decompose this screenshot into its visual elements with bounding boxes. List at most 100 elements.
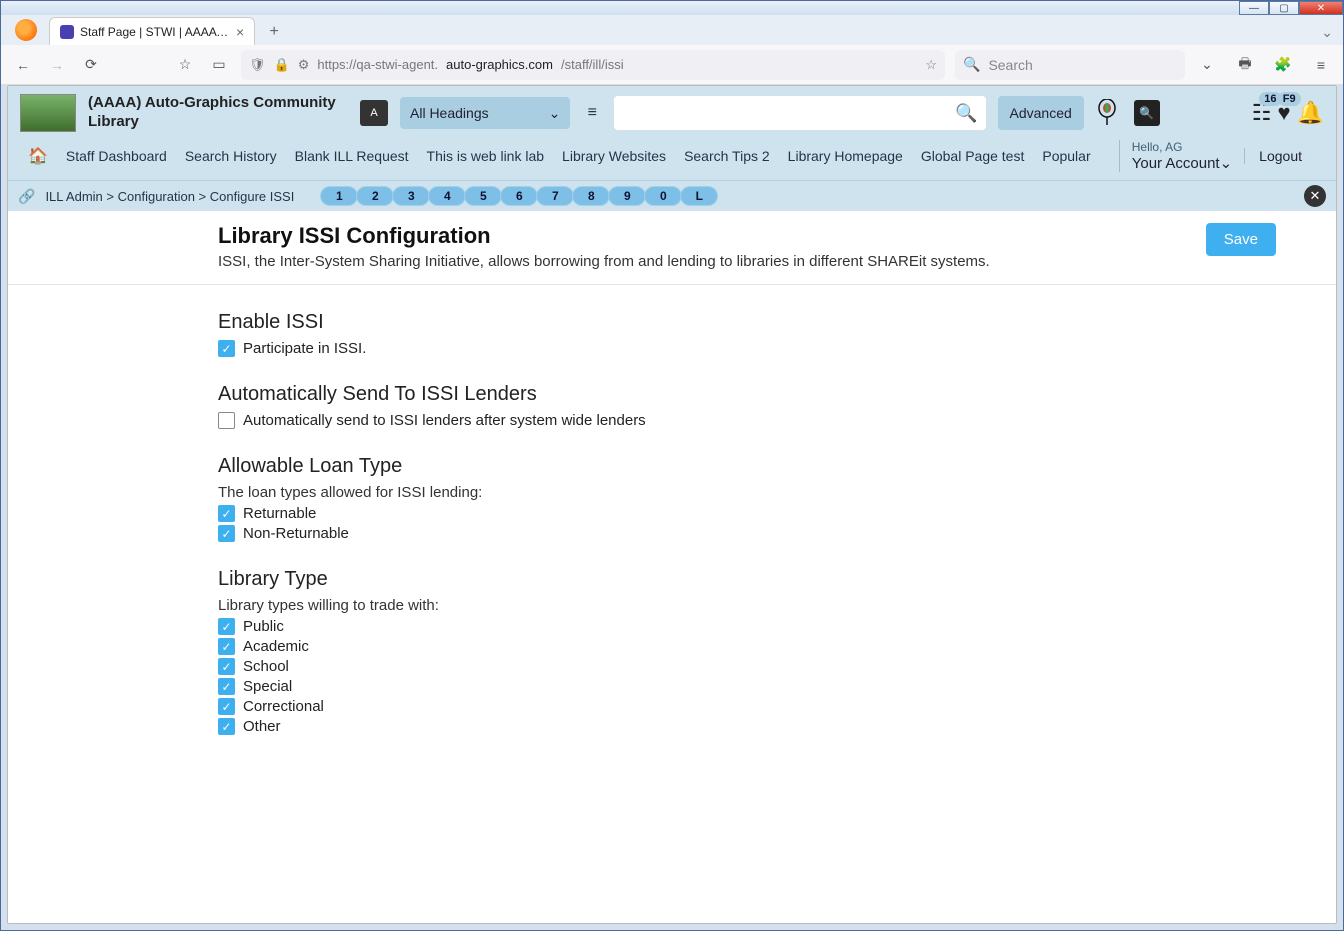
logout-label: Logout <box>1259 148 1302 164</box>
permissions-icon: ⚙ <box>298 57 310 73</box>
nav-search-tips[interactable]: Search Tips 2 <box>684 148 770 164</box>
search-icon[interactable]: 🔍 <box>955 103 977 124</box>
library-type-title: Library Type <box>218 568 1276 591</box>
forward-button[interactable]: → <box>45 53 69 77</box>
translate-icon[interactable]: A <box>360 100 388 126</box>
academic-checkbox[interactable]: ✓ <box>218 638 235 655</box>
your-account-label: Your Account <box>1132 155 1220 172</box>
pill-L[interactable]: L <box>680 186 718 206</box>
step-pills: 1 2 3 4 5 6 7 8 9 0 L <box>322 186 718 206</box>
inspect-icon[interactable]: 🔍 <box>1134 100 1160 126</box>
home-icon[interactable]: 🏠 <box>28 146 48 166</box>
tabs-overflow-icon[interactable]: ⌄ <box>1311 20 1343 45</box>
bookmark-star-toolbar-icon[interactable]: ☆ <box>173 53 197 77</box>
container-icon[interactable]: ▭ <box>207 53 231 77</box>
nav-web-link-lab[interactable]: This is web link lab <box>427 148 545 164</box>
main-search[interactable]: 🔍 <box>614 96 985 130</box>
pill-4[interactable]: 4 <box>428 186 466 206</box>
academic-label: Academic <box>243 638 309 655</box>
pill-7[interactable]: 7 <box>536 186 574 206</box>
section-loan-type: Allowable Loan Type The loan types allow… <box>218 455 1276 542</box>
participate-label: Participate in ISSI. <box>243 340 366 357</box>
participate-checkbox[interactable]: ✓ <box>218 340 235 357</box>
balloon-icon[interactable] <box>1096 99 1118 127</box>
database-icon[interactable]: ≡ <box>582 104 602 122</box>
list-icon[interactable]: ☷ 16 <box>1252 100 1272 126</box>
browser-tabstrip: Staff Page | STWI | AAAA | Auto… × + ⌄ <box>1 15 1343 45</box>
nav-staff-dashboard[interactable]: Staff Dashboard <box>66 148 167 164</box>
auto-send-checkbox[interactable]: ✓ <box>218 412 235 429</box>
new-tab-button[interactable]: + <box>261 19 287 45</box>
loan-type-sub: The loan types allowed for ISSI lending: <box>218 484 1276 501</box>
app-nav: 🏠 Staff Dashboard Search History Blank I… <box>20 132 1324 180</box>
tab-favicon-icon <box>60 25 74 39</box>
nav-blank-ill-request[interactable]: Blank ILL Request <box>295 148 409 164</box>
headings-dropdown[interactable]: All Headings ⌄ <box>400 97 570 129</box>
window-close-button[interactable]: ✕ <box>1299 1 1343 15</box>
window-maximize-button[interactable]: ▢ <box>1269 1 1299 15</box>
nav-library-homepage[interactable]: Library Homepage <box>788 148 903 164</box>
returnable-label: Returnable <box>243 505 316 522</box>
search-placeholder: Search <box>988 57 1032 73</box>
logout-link[interactable]: Logout <box>1244 148 1316 164</box>
main-search-input[interactable] <box>622 96 955 130</box>
section-enable-issi: Enable ISSI ✓ Participate in ISSI. <box>218 311 1276 357</box>
close-panel-button[interactable]: ✕ <box>1304 185 1326 207</box>
crumb-configuration[interactable]: Configuration <box>118 189 195 204</box>
url-prefix: https://qa-stwi-agent. <box>317 57 438 72</box>
browser-toolbar: ← → ⟳ ☆ ▭ 🛡 🔒 ⚙ https://qa-stwi-agent.au… <box>1 45 1343 85</box>
nav-search-history[interactable]: Search History <box>185 148 277 164</box>
extensions-icon[interactable]: 🧩 <box>1271 53 1295 77</box>
tab-title: Staff Page | STWI | AAAA | Auto… <box>80 25 230 39</box>
public-checkbox[interactable]: ✓ <box>218 618 235 635</box>
correctional-checkbox[interactable]: ✓ <box>218 698 235 715</box>
print-icon[interactable]: 🖶 <box>1233 53 1257 77</box>
back-button[interactable]: ← <box>11 53 35 77</box>
chevron-down-icon: ⌄ <box>549 105 561 122</box>
crumb-ill-admin[interactable]: ILL Admin <box>45 189 102 204</box>
non-returnable-checkbox[interactable]: ✓ <box>218 525 235 542</box>
nav-library-websites[interactable]: Library Websites <box>562 148 666 164</box>
pill-6[interactable]: 6 <box>500 186 538 206</box>
pill-1[interactable]: 1 <box>320 186 358 206</box>
bookmark-star-icon[interactable]: ☆ <box>925 57 937 73</box>
pill-9[interactable]: 9 <box>608 186 646 206</box>
pocket-icon[interactable]: ⌄ <box>1195 53 1219 77</box>
app-frame: (AAAA) Auto-Graphics Community Library A… <box>7 85 1337 924</box>
chevron-down-icon: ⌄ <box>1220 155 1233 172</box>
tab-close-icon[interactable]: × <box>236 24 244 40</box>
pill-0[interactable]: 0 <box>644 186 682 206</box>
window-minimize-button[interactable]: — <box>1239 1 1269 15</box>
bell-icon[interactable]: 🔔 <box>1297 100 1324 126</box>
school-checkbox[interactable]: ✓ <box>218 658 235 675</box>
save-button[interactable]: Save <box>1206 223 1276 256</box>
crumb-configure-issi[interactable]: Configure ISSI <box>210 189 295 204</box>
menu-icon[interactable]: ≡ <box>1309 53 1333 77</box>
url-bar[interactable]: 🛡 🔒 ⚙ https://qa-stwi-agent.auto-graphic… <box>241 50 945 80</box>
special-checkbox[interactable]: ✓ <box>218 678 235 695</box>
enable-issi-title: Enable ISSI <box>218 311 1276 334</box>
nav-global-page-test[interactable]: Global Page test <box>921 148 1025 164</box>
other-checkbox[interactable]: ✓ <box>218 718 235 735</box>
pill-5[interactable]: 5 <box>464 186 502 206</box>
account-block[interactable]: Hello, AG Your Account⌄ <box>1119 140 1244 172</box>
advanced-label: Advanced <box>1010 105 1072 121</box>
returnable-checkbox[interactable]: ✓ <box>218 505 235 522</box>
browser-search-box[interactable]: 🔍 Search <box>955 50 1185 80</box>
nav-popular[interactable]: Popular <box>1042 148 1090 164</box>
search-icon: 🔍 <box>963 56 980 73</box>
pill-2[interactable]: 2 <box>356 186 394 206</box>
browser-tab[interactable]: Staff Page | STWI | AAAA | Auto… × <box>49 17 255 45</box>
url-domain: auto-graphics.com <box>446 57 553 72</box>
public-label: Public <box>243 618 284 635</box>
school-label: School <box>243 658 289 675</box>
library-thumbnail <box>20 94 76 132</box>
pill-8[interactable]: 8 <box>572 186 610 206</box>
library-type-sub: Library types willing to trade with: <box>218 597 1276 614</box>
heart-icon[interactable]: ♥ F9 <box>1278 100 1291 126</box>
reload-button[interactable]: ⟳ <box>79 53 103 77</box>
advanced-search-button[interactable]: Advanced <box>998 96 1084 130</box>
section-auto-send: Automatically Send To ISSI Lenders ✓ Aut… <box>218 383 1276 429</box>
pill-3[interactable]: 3 <box>392 186 430 206</box>
auto-send-label: Automatically send to ISSI lenders after… <box>243 412 646 429</box>
